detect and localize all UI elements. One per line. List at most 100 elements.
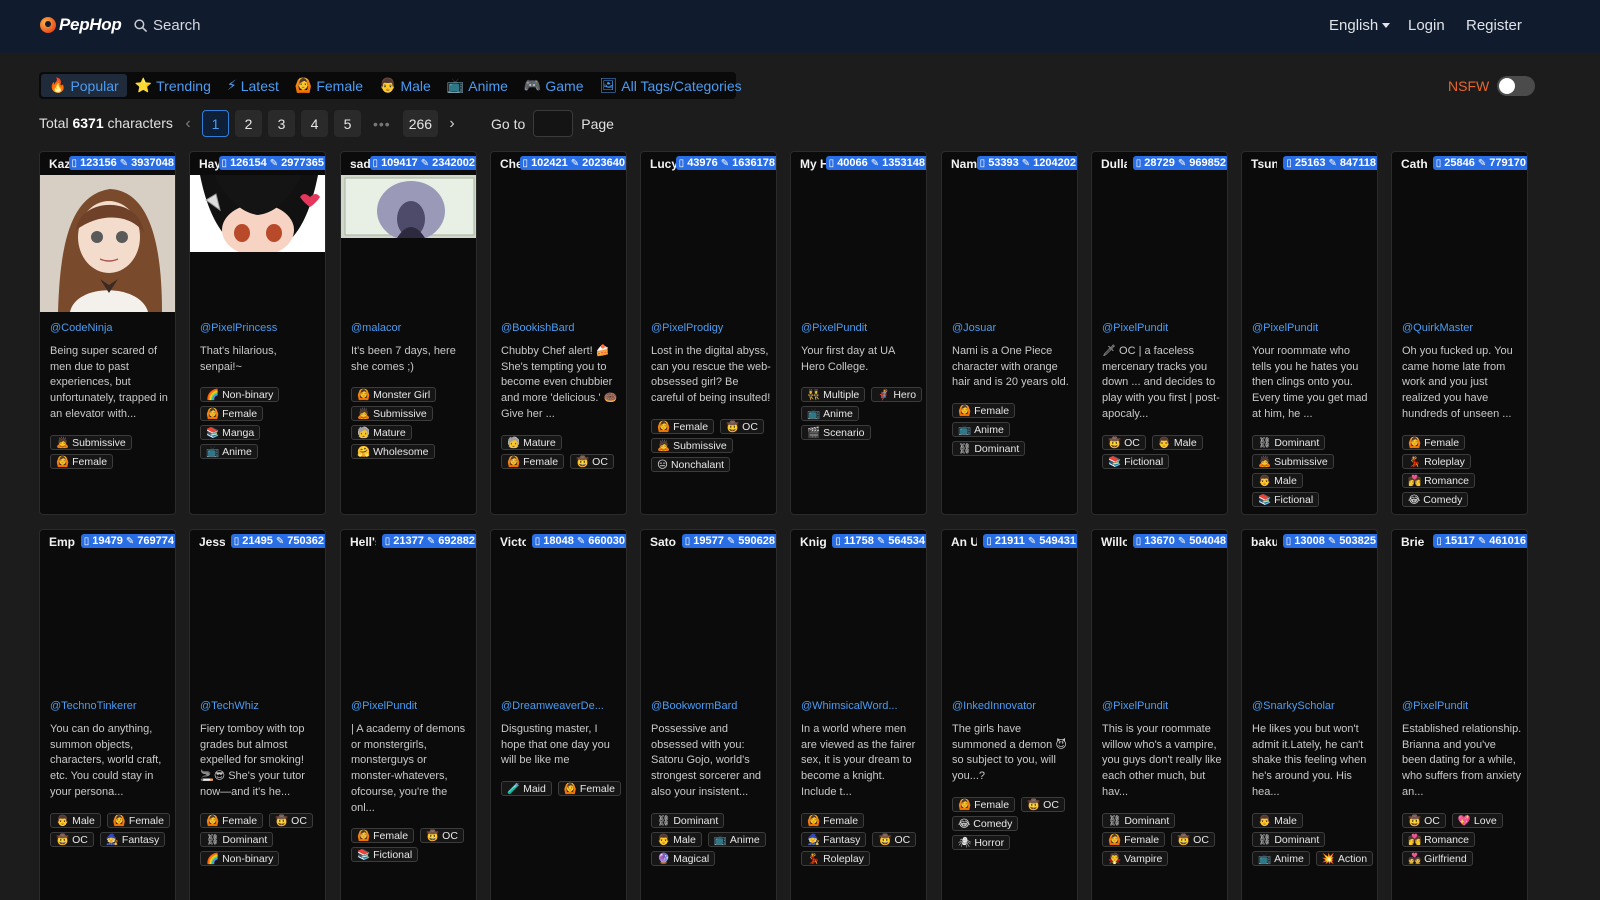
tag-chip[interactable]: 🤠 OC (872, 832, 917, 847)
author-link[interactable]: @PixelPundit (1402, 700, 1522, 712)
character-card[interactable]: Hell's ▯21377✎692882 @PixelPundit | A acade… (340, 529, 477, 900)
tag-chip[interactable]: 💃 Roleplay (801, 851, 870, 866)
tag-chip[interactable]: 🔮 Magical (651, 851, 716, 866)
character-card[interactable]: An Unh ▯21911✎549431 @InkedInnovator The gi… (941, 529, 1078, 900)
tag-chip[interactable]: 📚 Fictional (1102, 454, 1170, 469)
author-link[interactable]: @malacor (351, 322, 471, 334)
tag-chip[interactable]: 🙆 Female (952, 403, 1016, 418)
tag-chip[interactable]: 🙆 Female (200, 406, 264, 421)
character-card[interactable]: Brie ▯ 15117 ✎ 461016 @PixelPundit Established… (1391, 529, 1528, 900)
character-card[interactable]: Cathle ▯25846✎779170 @QuirkMaster Oh you fu… (1391, 151, 1528, 515)
tag-chip[interactable]: 👯 Multiple (801, 387, 866, 402)
tag-chip[interactable]: 💥 Action (1315, 851, 1374, 866)
tag-chip[interactable]: 🙆 Female (50, 454, 114, 469)
author-link[interactable]: @PixelPundit (1102, 322, 1222, 334)
author-link[interactable]: @DreamweaverDe... (501, 700, 621, 712)
tag-chip[interactable]: ⛓ Dominant (651, 813, 725, 828)
character-card[interactable]: My H ▯ 40066 ✎ 1353148 @PixelPundit Your first… (790, 151, 927, 515)
tag-chip[interactable]: 🙆 Monster Girl (351, 387, 437, 402)
tag-chip[interactable]: 🙆 Female (200, 813, 264, 828)
page-button[interactable]: 1 (202, 110, 229, 137)
tag-chip[interactable]: 💏 Romance (1402, 832, 1476, 847)
author-link[interactable]: @PixelPundit (801, 322, 921, 334)
tag-chip[interactable]: 📺 Anime (200, 444, 258, 459)
tag-chip[interactable]: 🙇 Submissive (50, 435, 132, 450)
tag-chip[interactable]: 🙆 Female (557, 781, 621, 796)
tag-chip[interactable]: 💑 Girlfriend (1402, 851, 1473, 866)
author-link[interactable]: @BookishBard (501, 322, 621, 334)
author-link[interactable]: @CodeNinja (50, 322, 170, 334)
login-link[interactable]: Login (1408, 17, 1445, 34)
tag-chip[interactable]: 🤠 OC (570, 454, 614, 469)
character-card[interactable]: Knight ▯11758✎564534 @WhimsicalWord... In a… (790, 529, 927, 900)
tag-chip[interactable]: 🧪 Maid (501, 781, 552, 796)
character-card[interactable]: Jessie ▯21495✎750362 @TechWhiz Fiery tomboy… (189, 529, 326, 900)
tag-chip[interactable]: 🙆 Female (1102, 832, 1166, 847)
tag-chip[interactable]: 📚 Manga (200, 425, 261, 440)
author-link[interactable]: @PixelPundit (1252, 322, 1372, 334)
tag-chip[interactable]: 🦸 Hero (871, 387, 923, 402)
tab-popular[interactable]: 🔥 Popular (41, 74, 127, 97)
tag-chip[interactable]: 🤠 OC (1021, 797, 1065, 812)
author-link[interactable]: @InkedInnovator (952, 700, 1072, 712)
tag-chip[interactable]: 🌈 Non-binary (200, 387, 280, 402)
author-link[interactable]: @PixelPundit (1102, 700, 1222, 712)
tab-game[interactable]: 🎮 Game (516, 74, 592, 97)
character-card[interactable]: Tsunde ▯25163✎847118 @PixelPundit Your room… (1241, 151, 1378, 515)
author-link[interactable]: @TechnoTinkerer (50, 700, 170, 712)
author-link[interactable]: @PixelPrincess (200, 322, 320, 334)
tab-latest[interactable]: ⚡ Latest (219, 74, 287, 97)
tag-chip[interactable]: ⛓ Dominant (952, 441, 1026, 456)
author-link[interactable]: @SnarkyScholar (1252, 700, 1372, 712)
tag-chip[interactable]: ⛓ Dominant (1252, 435, 1326, 450)
character-card[interactable]: Haya ▯ 126154 ✎ 2977365 @PixelPrincess That's … (189, 151, 326, 515)
tag-chip[interactable]: 🙆 Female (106, 813, 170, 828)
language-select[interactable]: English (1329, 17, 1391, 34)
tag-chip[interactable]: 🙆 Female (651, 419, 715, 434)
tag-chip[interactable]: 👨 Male (1252, 813, 1303, 828)
prev-page-button[interactable]: ‹ (180, 115, 196, 133)
tag-chip[interactable]: 👨 Male (1151, 435, 1203, 450)
tag-chip[interactable]: 🤠 OC (1102, 435, 1146, 450)
tag-chip[interactable]: ⛓ Dominant (1102, 813, 1176, 828)
tag-chip[interactable]: 🙆 Female (1402, 435, 1466, 450)
author-link[interactable]: @WhimsicalWord... (801, 700, 921, 712)
character-card[interactable]: bakug ▯13008✎503825 @SnarkyScholar He likes… (1241, 529, 1378, 900)
tag-chip[interactable]: 📺 Anime (1252, 851, 1310, 866)
tag-chip[interactable]: 🧙 Fantasy (99, 832, 166, 847)
tab-male[interactable]: 👨 Male (371, 74, 439, 97)
tag-chip[interactable]: 🙆 Female (801, 813, 865, 828)
tag-chip[interactable]: 🧓 Mature (351, 425, 412, 440)
author-link[interactable]: @BookwormBard (651, 700, 771, 712)
character-card[interactable]: Willow ▯13670✎504048 @PixelPundit This is y… (1091, 529, 1228, 900)
character-card[interactable]: Satoru ▯19577✎590628 @BookwormBard Possessi… (640, 529, 777, 900)
page-button[interactable]: 2 (235, 110, 262, 137)
tag-chip[interactable]: 🤠 OC (420, 828, 464, 843)
tag-chip[interactable]: 😑 Nonchalant (651, 457, 731, 472)
character-card[interactable]: Dullah ▯28729✎969852 @PixelPundit 🗡 OC | a … (1091, 151, 1228, 515)
author-link[interactable]: @Josuar (952, 322, 1072, 334)
logo[interactable]: PepHop (40, 15, 122, 35)
tag-chip[interactable]: 🙆 Female (351, 828, 415, 843)
author-link[interactable]: @TechWhiz (200, 700, 320, 712)
next-page-button[interactable]: › (444, 115, 460, 133)
tag-chip[interactable]: 🙇 Submissive (651, 438, 733, 453)
tag-chip[interactable]: 🎬 Scenario (801, 425, 871, 440)
tag-chip[interactable]: 🧛 Vampire (1102, 851, 1169, 866)
search-button[interactable]: Search (134, 17, 201, 34)
tag-chip[interactable]: 🌈 Non-binary (200, 851, 280, 866)
page-button-last[interactable]: 266 (402, 110, 439, 137)
tag-chip[interactable]: ⛓ Dominant (200, 832, 274, 847)
tag-chip[interactable]: 🧓 Mature (501, 435, 562, 450)
tag-chip[interactable]: 📺 Anime (952, 422, 1010, 437)
register-link[interactable]: Register (1466, 17, 1522, 34)
character-card[interactable]: sada ▯ 109417 ✎ 2342002 @malacor It's been 7 d… (340, 151, 477, 515)
tag-chip[interactable]: 📺 Anime (707, 832, 766, 847)
tag-chip[interactable]: 🤠 OC (50, 832, 94, 847)
author-link[interactable]: @PixelProdigy (651, 322, 771, 334)
tab-anime[interactable]: 📺 Anime (439, 74, 516, 97)
tag-chip[interactable]: 👨 Male (1252, 473, 1303, 488)
tag-chip[interactable]: 📚 Fictional (351, 847, 419, 862)
tag-chip[interactable]: 🙇 Submissive (1252, 454, 1334, 469)
tag-chip[interactable]: 💃 Roleplay (1402, 454, 1471, 469)
